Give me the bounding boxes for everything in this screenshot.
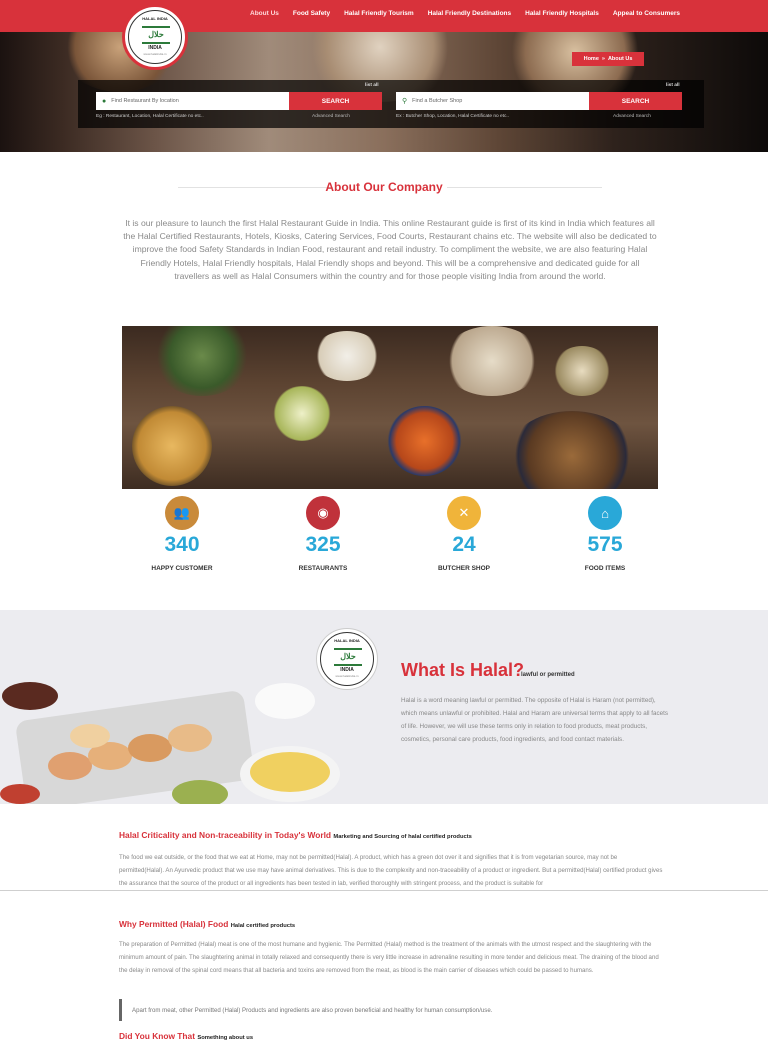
breadcrumb: Home » About Us [572,52,644,66]
butcher-search-hint: Ex : Butcher Shop, Location, Halal Certi… [396,114,510,119]
butcher-search-placeholder: Find a Butcher Shop [412,98,463,104]
article-heading-did-you-know: Did You Know That Something about us [119,1031,253,1041]
map-pin-icon: ● [102,97,107,105]
stat-label: FOOD ITEMS [584,565,626,572]
nav-about-us[interactable]: About Us [250,10,279,17]
seal-mark-text: حلال [340,652,356,661]
stat-butcher-shop: ✕ 24 BUTCHER SHOP [404,496,524,572]
restaurant-search-button[interactable]: SEARCH [289,92,382,110]
cloche-icon: ⌂ [588,496,622,530]
nav-appeal-to-consumers[interactable]: Appeal to Consumers [613,10,680,17]
article-subtitle: Halal certified products [230,923,296,929]
seal-india-text: INDIA [340,667,354,673]
halal-food-platter-image [0,682,340,804]
site-logo[interactable]: HALAL INDIA حلال INDIA www.halalindia.in [122,4,188,70]
butcher-search-input[interactable]: ⚲ Find a Butcher Shop [396,92,589,110]
seal-inner: HALAL INDIA حلال INDIA www.halalindia.in [320,632,374,686]
breadcrumb-separator: » [601,56,605,62]
seal-tag-text: www.halalindia.in [335,674,359,678]
logo-tag-text: www.halalindia.in [143,52,167,56]
food-table-image [122,326,658,489]
nav-halal-friendly-hospitals[interactable]: Halal Friendly Hospitals [525,10,599,17]
section-divider [0,890,768,891]
restaurant-search-box: ● Find Restaurant By location SEARCH [96,92,382,110]
article-quote: Apart from meat, other Permitted (Halal)… [119,999,539,1021]
restaurant-search-placeholder: Find Restaurant By location [111,98,179,104]
logo-mark-text: حلال [148,30,164,39]
stat-value: 325 [305,533,341,556]
article-text-criticality: The food we eat outside, or the food tha… [119,854,663,887]
logo-india-text: INDIA [148,45,162,51]
seal-mark-icon: حلال [334,648,362,666]
article-title: Did You Know That [119,1031,195,1041]
butcher-list-all-link[interactable]: list all [666,83,680,88]
article-text-why-permitted: The preparation of Permitted (Halal) mea… [119,941,659,974]
stat-restaurants: ◉ 325 RESTAURANTS [263,496,383,572]
restaurant-search-hint: Eg : Restaurant, Location, Halal Certifi… [96,114,204,119]
logo-seal: HALAL INDIA حلال INDIA www.halalindia.in [128,10,182,64]
article-title: Why Permitted (Halal) Food [119,919,229,929]
butcher-search-button[interactable]: SEARCH [589,92,682,110]
restaurant-list-all-link[interactable]: list all [365,83,379,88]
nav-halal-friendly-destinations[interactable]: Halal Friendly Destinations [428,10,511,17]
search-panel: list all ● Find Restaurant By location S… [78,80,704,128]
stat-label: RESTAURANTS [298,565,348,572]
article-title: Halal Criticality and Non-traceability i… [119,830,332,840]
halal-subtitle: lawful or permitted [521,672,575,678]
restaurant-search-input[interactable]: ● Find Restaurant By location [96,92,289,110]
halal-india-seal: HALAL INDIA حلال INDIA www.halalindia.in [316,628,378,690]
plate-icon: ◉ [306,496,340,530]
seal-top-text: HALAL INDIA [334,638,360,643]
nav-halal-friendly-tourism[interactable]: Halal Friendly Tourism [344,10,414,17]
halal-text: Halal is a word meaning lawful or permit… [401,697,669,743]
stat-value: 340 [164,533,200,556]
logo-mark-icon: حلال [142,26,170,44]
stat-label: HAPPY CUSTOMER [151,565,213,572]
stat-value: 575 [587,533,623,556]
knives-icon: ✕ [447,496,481,530]
butcher-advanced-search-link[interactable]: Advanced Search [613,114,651,119]
breadcrumb-current: About Us [607,56,633,62]
article-heading-why-permitted: Why Permitted (Halal) Food Halal certifi… [119,919,295,929]
about-title: About Our Company [325,180,443,194]
stat-happy-customer: 👥 340 HAPPY CUSTOMER [122,496,242,572]
top-nav-bar: About Us Food Safety Halal Friendly Tour… [0,0,768,32]
halal-title: What Is Halal? [401,660,525,680]
stat-value: 24 [452,533,476,556]
article-subtitle: Something about us [197,1035,254,1041]
article-heading-criticality: Halal Criticality and Non-traceability i… [119,830,472,840]
stat-label: BUTCHER SHOP [437,565,490,572]
search-icon: ⚲ [402,98,408,105]
breadcrumb-home[interactable]: Home [584,56,599,62]
article-subtitle: Marketing and Sourcing of halal certifie… [333,834,472,840]
nav-food-safety[interactable]: Food Safety [293,10,330,17]
main-menu: About Us Food Safety Halal Friendly Tour… [250,10,680,17]
logo-top-text: HALAL INDIA [142,16,168,21]
about-text: It is our pleasure to launch the first H… [123,218,657,281]
butcher-search-box: ⚲ Find a Butcher Shop SEARCH [396,92,682,110]
restaurant-advanced-search-link[interactable]: Advanced Search [312,114,350,119]
stat-food-items: ⌂ 575 FOOD ITEMS [545,496,665,572]
people-icon: 👥 [165,496,199,530]
